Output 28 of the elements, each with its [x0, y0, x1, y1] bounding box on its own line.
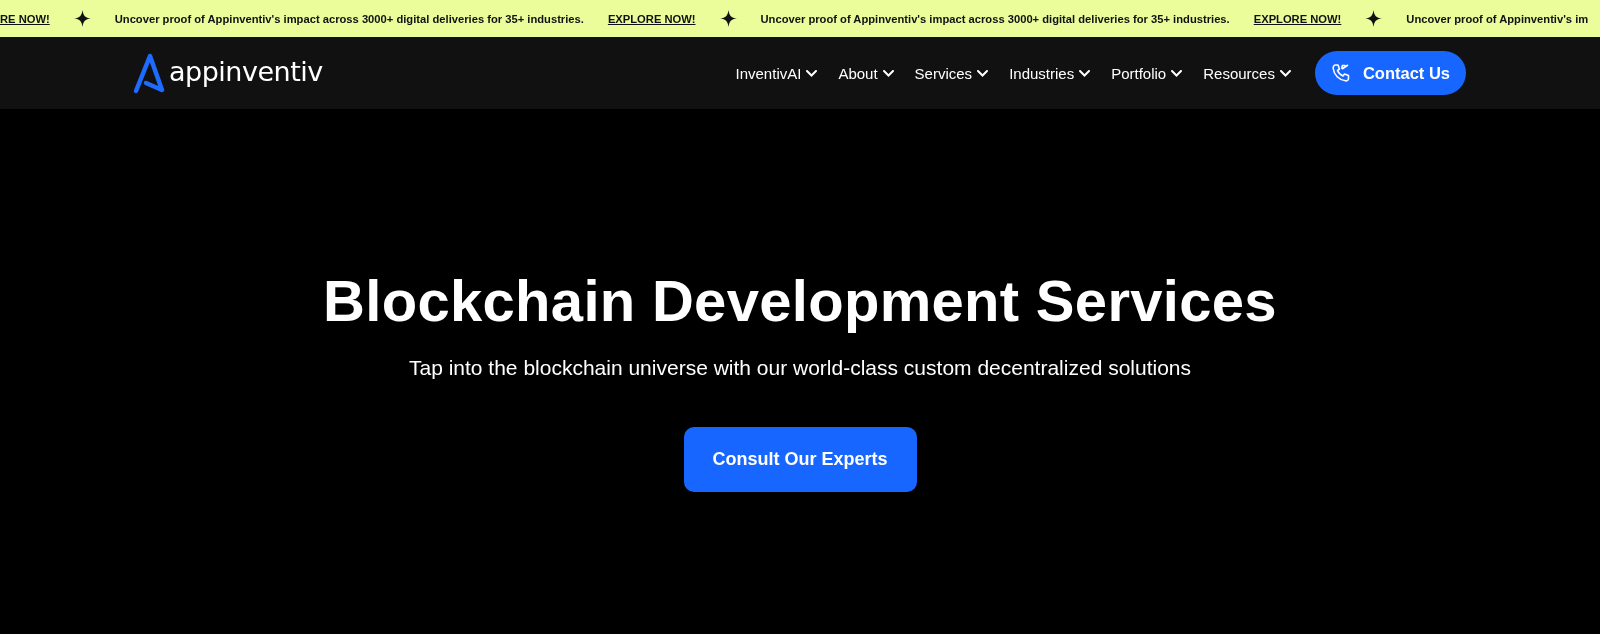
hero-subtitle: Tap into the blockchain universe with our world-class custom decentralized solutions: [408, 356, 1192, 380]
nav-menu-item[interactable]: Services: [914, 64, 989, 82]
sparkle-icon: [1365, 10, 1383, 27]
nav-menu-item[interactable]: Resources: [1203, 64, 1291, 82]
consult-button[interactable]: Consult Our Experts: [683, 427, 917, 492]
chevron-down-icon: [882, 69, 894, 77]
nav-menu-item[interactable]: InventivAI: [735, 64, 818, 82]
explore-link[interactable]: RE NOW!: [0, 12, 50, 25]
hero-title: Blockchain Development Services: [323, 267, 1277, 334]
nav-menu-item[interactable]: Industries: [1009, 64, 1091, 82]
explore-link[interactable]: EXPLORE NOW!: [1253, 12, 1342, 25]
explore-link[interactable]: EXPLORE NOW!: [607, 12, 696, 25]
contact-button[interactable]: Contact Us: [1314, 51, 1466, 95]
announcement-text: Uncover proof of Appinventiv's impact across 3000+ digital deliveries for 35+ industries.: [760, 12, 1230, 25]
chevron-down-icon: [806, 69, 818, 77]
nav-menu-item[interactable]: Portfolio: [1111, 64, 1183, 82]
chevron-down-icon: [1079, 69, 1091, 77]
chevron-down-icon: [1279, 69, 1291, 77]
announcement-text: Uncover proof of Appinventiv's impact across 3000+ digital deliveries for 35+ industries.: [114, 12, 584, 25]
logo-text[interactable]: appinventiv: [169, 55, 323, 87]
nav-menu-item[interactable]: About: [838, 64, 894, 82]
sparkle-icon: [719, 10, 737, 27]
logo-icon: [133, 52, 165, 94]
phone-icon: [1330, 63, 1351, 83]
chevron-down-icon: [977, 69, 989, 77]
announcement-text: Uncover proof of Appinventiv's im: [1406, 12, 1589, 25]
chevron-down-icon: [1171, 69, 1183, 77]
sparkle-icon: [73, 10, 91, 27]
